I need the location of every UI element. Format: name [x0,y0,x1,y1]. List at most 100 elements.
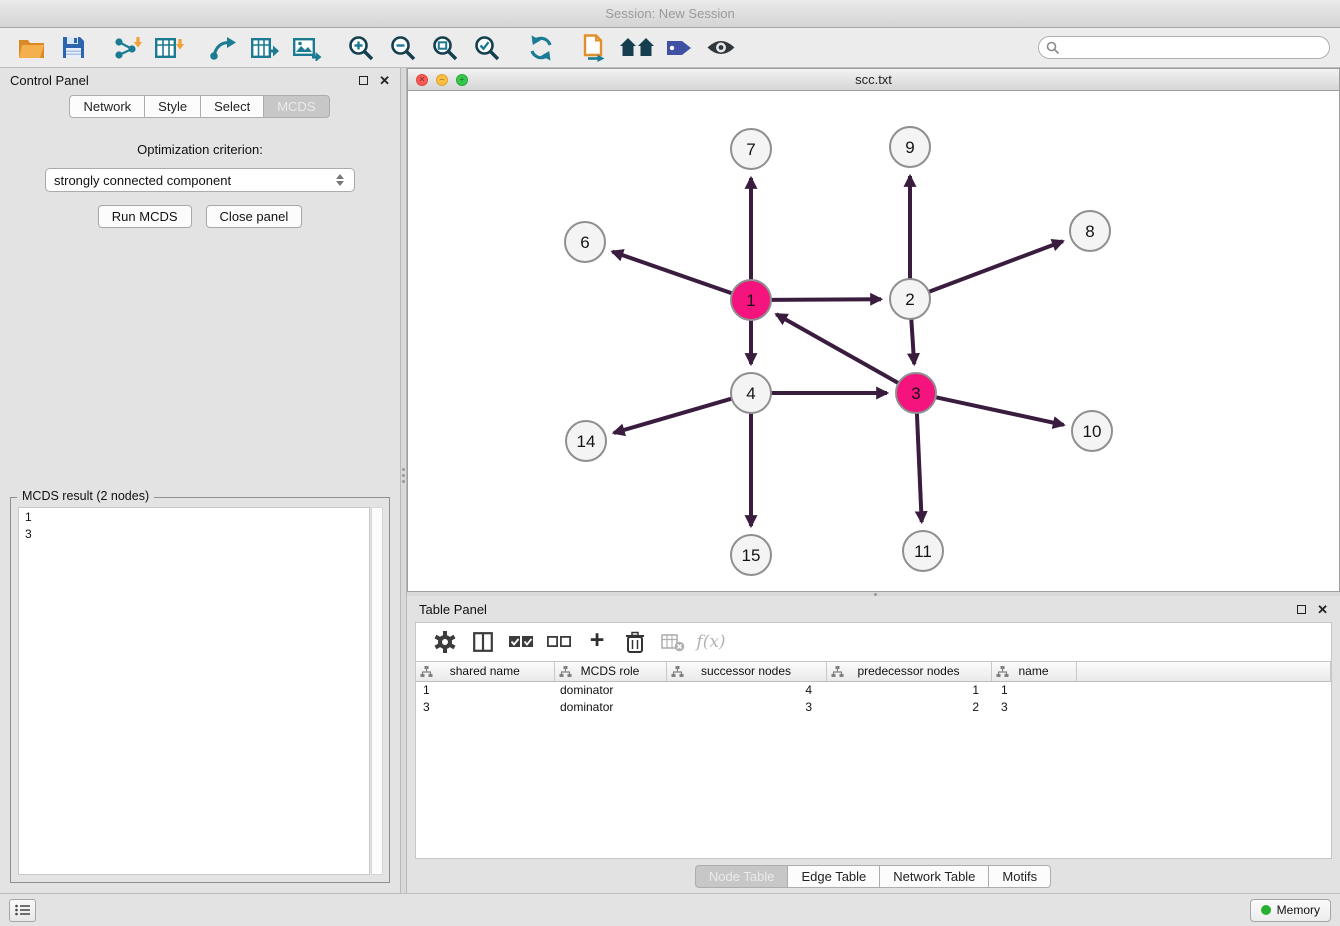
function-builder-button[interactable]: f(x) [692,625,730,659]
graph-edge-1-6[interactable] [612,252,732,294]
graph-node-6[interactable]: 6 [565,222,605,262]
graph-node-3[interactable]: 3 [896,373,936,413]
new-network-button[interactable] [202,31,244,65]
tab-motifs[interactable]: Motifs [988,865,1051,888]
zoom-selected-button[interactable] [466,31,508,65]
graph-edge-2-3[interactable] [911,319,914,364]
table-panel: Table Panel ✕ [407,596,1340,893]
graph-node-15[interactable]: 15 [731,535,771,575]
import-table-button[interactable] [148,31,190,65]
table-row[interactable]: 3 dominator 3 2 3 [416,698,1331,715]
tab-style[interactable]: Style [144,95,201,118]
show-columns-button[interactable] [464,625,502,659]
graph-node-7[interactable]: 7 [731,129,771,169]
graph-edge-2-8[interactable] [929,241,1063,292]
tab-network[interactable]: Network [69,95,145,118]
minimize-window-icon[interactable]: − [436,74,448,86]
close-window-icon[interactable]: ✕ [416,74,428,86]
graph-node-11[interactable]: 11 [903,531,943,571]
import-table-icon [154,35,184,61]
network-canvas-container: 7 9 6 8 1 2 4 3 14 10 15 11 [407,91,1340,592]
column-header-mcds-role[interactable]: MCDS role [554,662,666,681]
graph-edge-3-10[interactable] [936,397,1064,425]
graph-node-9[interactable]: 9 [890,127,930,167]
mcds-result-line: 3 [25,526,363,543]
fx-icon: f(x) [696,632,725,652]
toggle-details-button[interactable] [700,31,742,65]
tab-select[interactable]: Select [200,95,264,118]
column-header-successor-nodes[interactable]: successor nodes [666,662,826,681]
float-table-panel-icon[interactable] [1297,605,1306,614]
node-table: shared name MCDS role successor nodes pr… [415,662,1332,859]
cell-successor-nodes[interactable]: 3 [666,698,826,715]
column-header-shared-name[interactable]: shared name [416,662,554,681]
cell-name[interactable]: 3 [991,698,1076,715]
table-settings-button[interactable] [426,625,464,659]
search-input[interactable] [1065,39,1322,57]
delete-table-button[interactable] [654,625,692,659]
zoom-fit-button[interactable] [424,31,466,65]
zoom-window-icon[interactable]: + [456,74,468,86]
graph-edge-4-14[interactable] [614,399,732,433]
graph-edge-1-2[interactable] [771,299,881,300]
result-scrollbar[interactable] [371,507,383,875]
graph-node-8[interactable]: 8 [1070,211,1110,251]
graph-node-4[interactable]: 4 [731,373,771,413]
memory-button[interactable]: Memory [1250,899,1331,922]
close-table-panel-icon[interactable]: ✕ [1317,603,1328,616]
zoom-out-button[interactable] [382,31,424,65]
tree-icon [671,666,684,681]
graph-edge-3-11[interactable] [917,413,922,522]
float-panel-icon[interactable] [359,76,368,85]
column-header-predecessor-nodes[interactable]: predecessor nodes [826,662,991,681]
export-image-button[interactable] [286,31,328,65]
control-panel-header: Control Panel ✕ [0,68,400,93]
cell-mcds-role[interactable]: dominator [554,698,666,715]
import-network-button[interactable] [106,31,148,65]
panel-splitter[interactable] [400,68,407,893]
close-panel-button[interactable]: Close panel [206,205,303,228]
criterion-select[interactable]: strongly connected component [45,168,355,192]
tab-edge-table[interactable]: Edge Table [787,865,880,888]
label-button[interactable] [658,31,700,65]
plus-icon: + [590,626,605,655]
zoom-in-button[interactable] [340,31,382,65]
cell-name[interactable]: 1 [991,681,1076,698]
horizontal-splitter[interactable] [407,592,1340,596]
task-history-button[interactable] [9,899,36,922]
graph-edge-3-1[interactable] [776,314,898,383]
column-header-name[interactable]: name [991,662,1076,681]
select-all-button[interactable] [502,625,540,659]
deselect-all-button[interactable] [540,625,578,659]
add-column-button[interactable]: + [578,625,616,659]
mcds-result-list[interactable]: 1 3 [18,507,370,875]
graph-node-2[interactable]: 2 [890,279,930,319]
cell-shared-name[interactable]: 1 [416,681,554,698]
cell-predecessor-nodes[interactable]: 2 [826,698,991,715]
cell-predecessor-nodes[interactable]: 1 [826,681,991,698]
graph-node-14[interactable]: 14 [566,421,606,461]
export-table-button[interactable] [244,31,286,65]
mcds-result-group: MCDS result (2 nodes) 1 3 [10,497,390,883]
search-field[interactable] [1038,36,1330,59]
run-mcds-button[interactable]: Run MCDS [98,205,192,228]
graph-node-1[interactable]: 1 [731,280,771,320]
table-row[interactable]: 1 dominator 4 1 1 [416,681,1331,698]
network-window-titlebar: scc.txt ✕ − + [407,68,1340,91]
close-panel-icon[interactable]: ✕ [379,74,390,87]
tab-mcds[interactable]: MCDS [263,95,329,118]
tab-node-table[interactable]: Node Table [695,865,789,888]
cell-mcds-role[interactable]: dominator [554,681,666,698]
cell-shared-name[interactable]: 3 [416,698,554,715]
save-session-button[interactable] [52,31,94,65]
network-overview-button[interactable] [616,31,658,65]
network-canvas[interactable]: 7 9 6 8 1 2 4 3 14 10 15 11 [408,91,1339,591]
refresh-view-button[interactable] [520,31,562,65]
delete-column-button[interactable] [616,625,654,659]
apply-style-button[interactable] [574,31,616,65]
graph-node-10[interactable]: 10 [1072,411,1112,451]
cell-successor-nodes[interactable]: 4 [666,681,826,698]
table-panel-header: Table Panel ✕ [407,596,1340,622]
open-session-button[interactable] [10,31,52,65]
tab-network-table[interactable]: Network Table [879,865,989,888]
